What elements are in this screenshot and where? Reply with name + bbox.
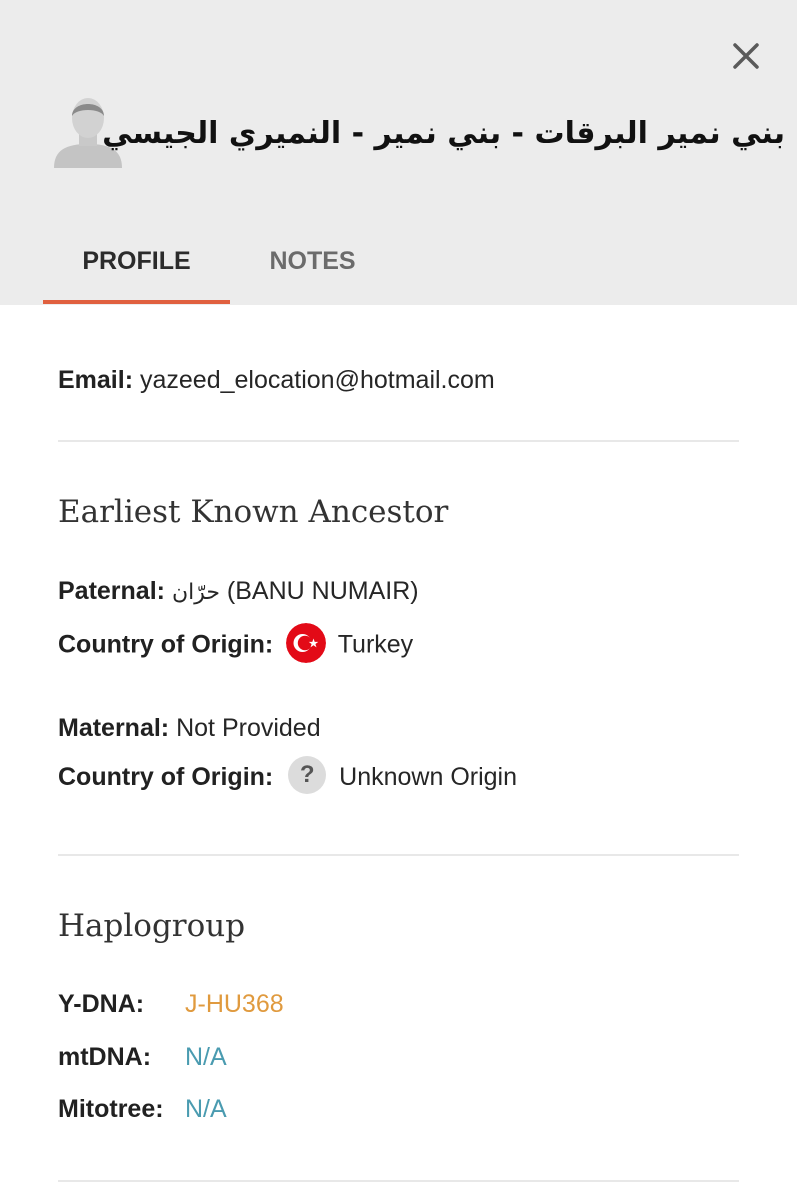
ydna-row: Y-DNA: J-HU368 xyxy=(58,986,284,1022)
maternal-value: Not Provided xyxy=(176,714,321,742)
tab-notes[interactable]: NOTES xyxy=(230,236,395,304)
mtdna-label: mtDNA: xyxy=(58,1043,152,1071)
ydna-value[interactable]: J-HU368 xyxy=(185,990,284,1018)
email-row: Email: yazeed_elocation@hotmail.com xyxy=(58,362,495,398)
divider xyxy=(58,440,739,442)
paternal-country-row: Country of Origin: Turkey xyxy=(58,623,414,666)
haplogroup-section-title: Haplogroup xyxy=(58,908,246,944)
mitotree-label: Mitotree: xyxy=(58,1095,164,1123)
question-mark-icon: ? xyxy=(288,756,327,795)
paternal-row: Paternal: حرّان (BANU NUMAIR) xyxy=(58,573,419,611)
active-tab-indicator xyxy=(43,300,230,304)
maternal-country-label: Country of Origin: xyxy=(58,763,274,791)
divider xyxy=(58,1180,739,1182)
mtdna-row: mtDNA: N/A xyxy=(58,1039,227,1075)
paternal-label: Paternal: xyxy=(58,577,165,605)
divider xyxy=(58,854,739,856)
maternal-country: Unknown Origin xyxy=(339,763,518,791)
email-value: yazeed_elocation@hotmail.com xyxy=(139,366,495,394)
ancestor-section-title: Earliest Known Ancestor xyxy=(58,494,449,530)
close-icon xyxy=(733,43,759,69)
maternal-country-row: Country of Origin: ? Unknown Origin xyxy=(58,756,518,797)
maternal-label: Maternal: xyxy=(58,714,170,742)
ydna-label: Y-DNA: xyxy=(58,990,145,1018)
tab-profile[interactable]: PROFILE xyxy=(43,236,230,304)
paternal-arabic-name: حرّان xyxy=(171,580,220,605)
profile-name: بني نمير البرقات - بني نمير - النميري ال… xyxy=(102,116,785,151)
mitotree-row: Mitotree: N/A xyxy=(58,1091,227,1127)
mitotree-value[interactable]: N/A xyxy=(185,1095,227,1123)
paternal-country-label: Country of Origin: xyxy=(58,630,274,659)
maternal-row: Maternal: Not Provided xyxy=(58,710,321,746)
email-label: Email: xyxy=(58,366,134,394)
paternal-country: Turkey xyxy=(337,630,414,659)
paternal-value: (BANU NUMAIR) xyxy=(226,577,419,605)
turkey-flag-icon xyxy=(286,623,327,663)
profile-header: بني نمير البرقات - بني نمير - النميري ال… xyxy=(0,0,797,305)
mtdna-value[interactable]: N/A xyxy=(185,1043,227,1071)
close-button[interactable] xyxy=(722,32,770,80)
